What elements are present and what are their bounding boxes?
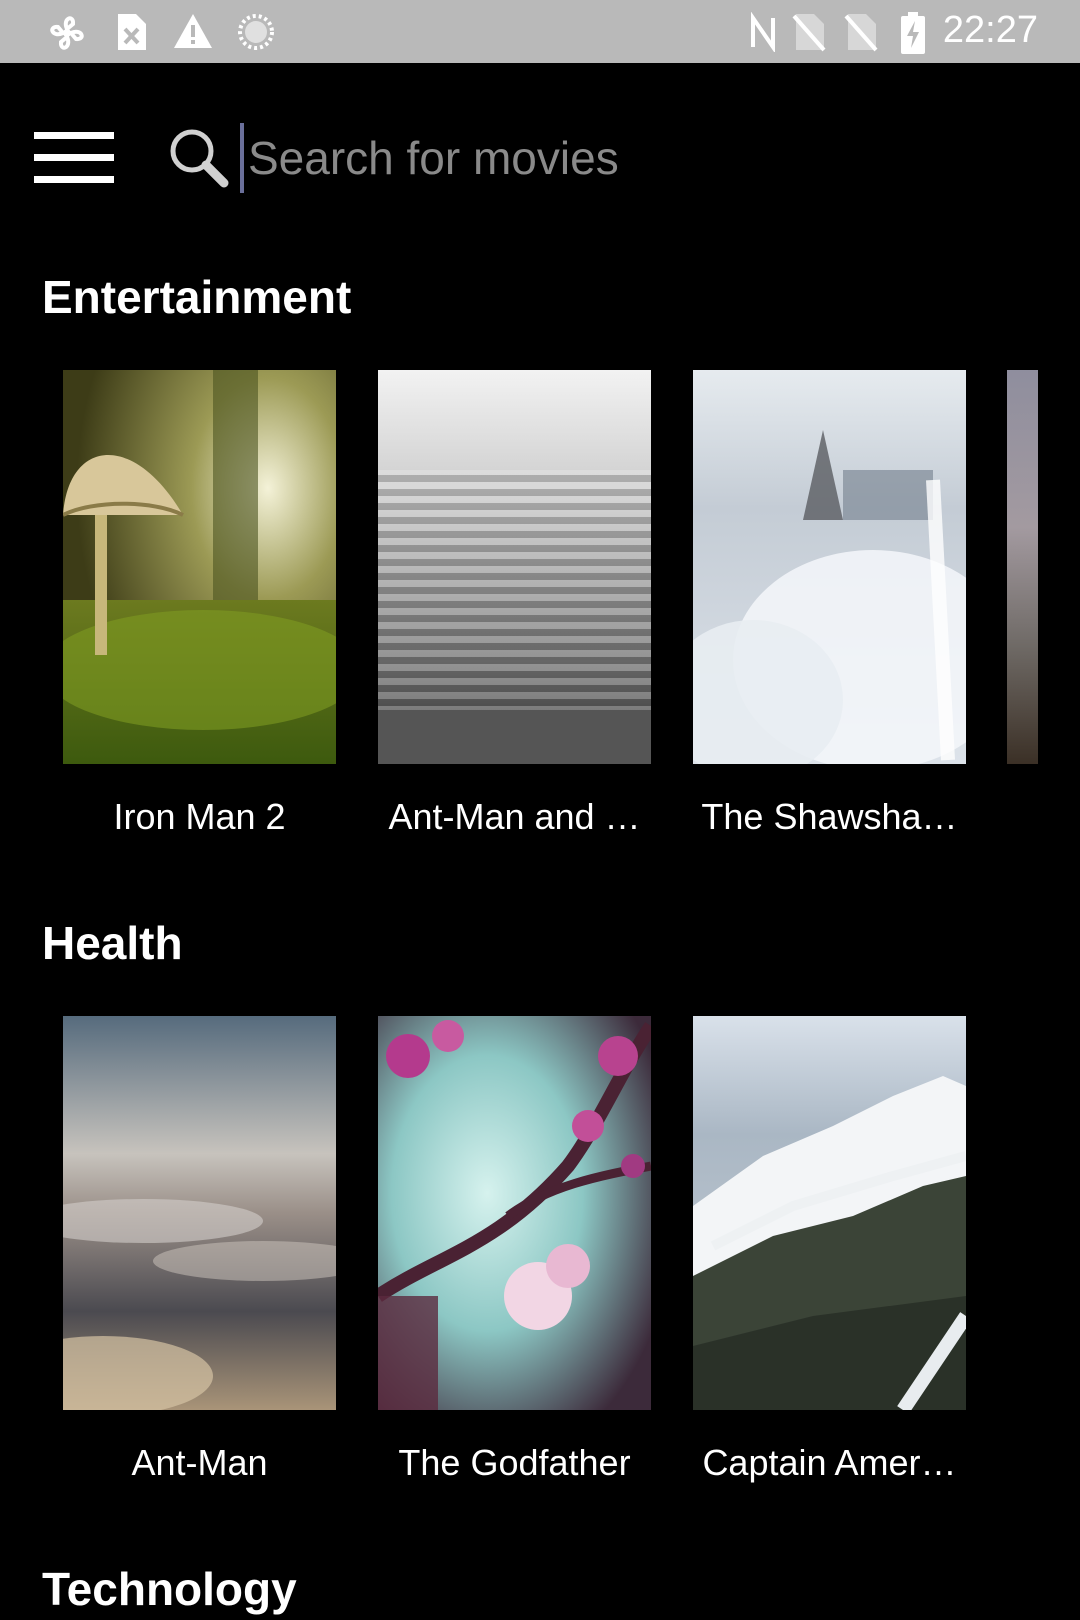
movie-title: Ant-Man and … [388,796,641,837]
no-sim-icon [844,14,878,52]
movie-title: Iron Man 2 [113,796,286,837]
movie-title: Ant-Man [131,1442,268,1483]
movie-card[interactable]: Iron Man 2 [63,370,336,837]
hamburger-menu-icon[interactable] [34,128,114,188]
movie-card[interactable]: Ant-Man [63,1016,336,1483]
movie-poster [378,370,651,764]
nfc-icon [751,12,775,52]
status-clock: 22:27 [942,9,1038,51]
section-title-technology: Technology [42,1563,297,1615]
movie-card[interactable]: Ant-Man and … [378,370,651,837]
section-title-entertainment: Entertainment [42,271,352,323]
movie-card[interactable]: The Shawsha… [693,370,966,837]
movie-poster [63,370,336,764]
movie-title: The Godfather [398,1442,631,1483]
movie-title: The Shawsha… [701,796,958,837]
sync-circle-icon [238,14,274,50]
battery-charging-icon [901,12,925,54]
search-icon [170,129,229,188]
movie-poster [693,370,966,764]
search-input[interactable] [240,123,1028,193]
status-bar: 22:27 [0,0,1080,63]
movie-poster [63,1016,336,1410]
toolbar [0,63,1080,253]
movie-card[interactable]: Captain Amer… [693,1016,966,1483]
movie-poster [693,1016,966,1410]
movie-card[interactable]: The Godfather [378,1016,651,1483]
warning-icon [174,14,212,48]
section-title-health: Health [42,917,183,969]
movie-poster [378,1016,651,1410]
movie-title: Captain Amer… [702,1442,957,1483]
movie-card-partial[interactable] [1007,370,1038,764]
sim-error-icon [118,14,146,50]
fan-icon [50,16,84,50]
no-sim-icon [792,14,826,52]
